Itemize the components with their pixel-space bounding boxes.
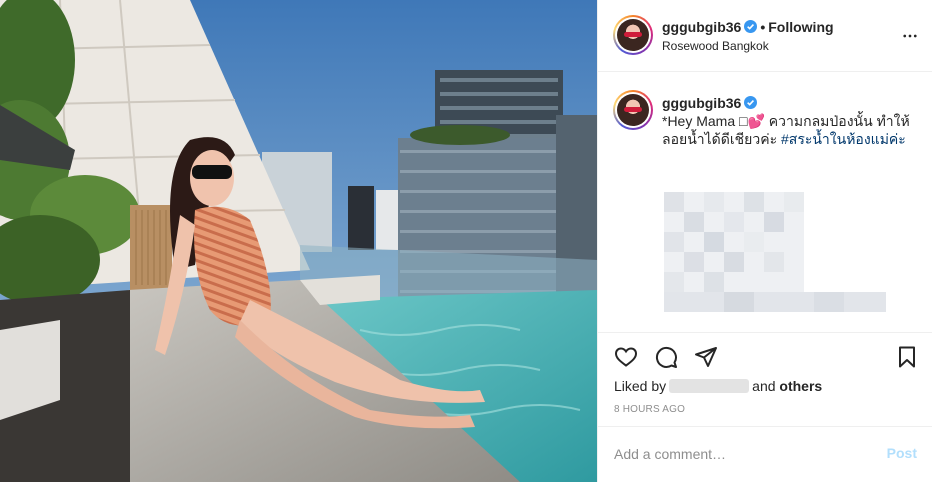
post-header: gggubgib36 • Following Rosewood Bangkok: [598, 0, 932, 72]
caption-prefix: *Hey Mama: [662, 113, 736, 129]
hashtag-link[interactable]: #สระน้ำในห้องแม่ค่ะ: [781, 131, 906, 147]
likes-summary: Liked by and others: [614, 378, 822, 394]
username-link[interactable]: gggubgib36: [662, 19, 741, 35]
post-side-panel: gggubgib36 • Following Rosewood Bangkok gg…: [597, 0, 932, 482]
following-button[interactable]: Following: [768, 19, 833, 35]
censored-liker-name: [669, 379, 750, 393]
comment-input[interactable]: [614, 443, 874, 465]
others-link[interactable]: others: [779, 378, 822, 394]
comment-bar: Post: [598, 426, 932, 482]
more-options-icon[interactable]: [901, 27, 919, 45]
post-photo[interactable]: [0, 0, 597, 482]
caption-text: gggubgib36 *Hey Mama □💕 ความกลมป่องนั้น …: [662, 94, 912, 148]
avatar[interactable]: [613, 15, 653, 55]
caption-avatar[interactable]: [613, 90, 653, 130]
verified-badge-icon: [744, 96, 758, 109]
caption-area: gggubgib36 *Hey Mama □💕 ความกลมป่องนั้น …: [598, 72, 932, 332]
heart-icon[interactable]: [614, 345, 638, 369]
comment-icon[interactable]: [654, 345, 678, 369]
post-comment-button[interactable]: Post: [887, 445, 917, 461]
location-link[interactable]: Rosewood Bangkok: [662, 39, 769, 53]
header-name-line: gggubgib36 • Following: [662, 19, 834, 35]
liked-and-label: and: [752, 378, 776, 394]
bookmark-icon[interactable]: [895, 345, 919, 369]
photo-illustration: [0, 0, 597, 482]
verified-badge-icon: [744, 20, 758, 33]
caption-emoji: □💕: [739, 113, 765, 129]
post-timestamp[interactable]: 8 hours ago: [614, 404, 685, 415]
separator-dot: •: [760, 19, 766, 35]
post-actions: Liked by and others 8 hours ago: [598, 332, 932, 426]
censored-pixel-block: [664, 192, 886, 312]
liked-by-label: Liked by: [614, 378, 667, 394]
share-icon[interactable]: [694, 345, 718, 369]
caption-username-link[interactable]: gggubgib36: [662, 94, 741, 112]
